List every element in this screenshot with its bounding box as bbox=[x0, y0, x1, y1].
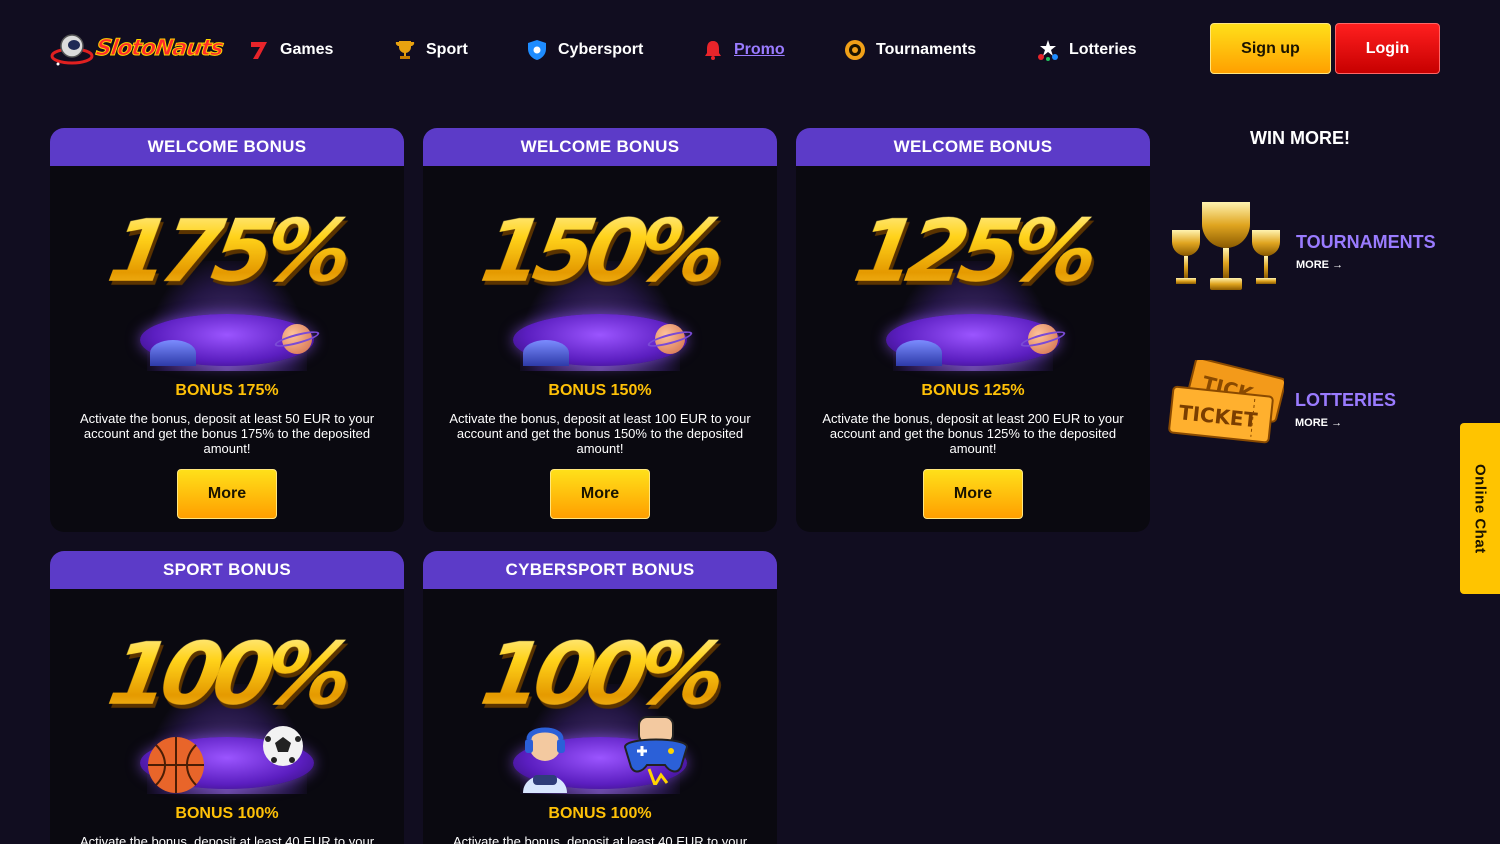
planet-icon bbox=[150, 340, 196, 366]
card-title: WELCOME BONUS bbox=[796, 128, 1150, 166]
more-button[interactable]: More bbox=[550, 469, 650, 519]
bonus-percent: 175% bbox=[50, 202, 404, 302]
bonus-percent: 125% bbox=[796, 202, 1150, 302]
trophy-icon bbox=[394, 39, 416, 61]
online-chat-label: Online Chat bbox=[1471, 463, 1489, 554]
bonus-art: 175% bbox=[50, 166, 404, 376]
gamer-icon bbox=[515, 721, 575, 793]
bonus-subtitle: BONUS 100% bbox=[548, 805, 652, 822]
sidebar-item-label: TOURNAMENTS bbox=[1296, 232, 1436, 252]
sidebar-item-tournaments[interactable]: TOURNAMENTS MORE → bbox=[1296, 232, 1436, 271]
win-more-title: WIN MORE! bbox=[1250, 128, 1350, 148]
shield-icon bbox=[526, 39, 548, 61]
header: SlotoNauts Games Sport Cybersport Promo bbox=[0, 0, 1500, 100]
nav-item-tournaments[interactable]: Tournaments bbox=[844, 30, 976, 70]
more-button[interactable]: More bbox=[177, 469, 277, 519]
sidebar-item-lotteries[interactable]: LOTTERIES MORE → bbox=[1295, 390, 1396, 429]
bell-icon bbox=[702, 39, 724, 61]
nav-item-promo[interactable]: Promo bbox=[702, 30, 785, 70]
bonus-description: Activate the bonus, deposit at least 50 … bbox=[79, 411, 375, 456]
bonus-card: WELCOME BONUS 150% BONUS 150% Activate t… bbox=[423, 128, 777, 532]
sidebar-item-label: LOTTERIES bbox=[1295, 390, 1397, 410]
online-chat-tab[interactable]: Online Chat bbox=[1460, 423, 1500, 594]
nav-label: Tournaments bbox=[876, 41, 977, 58]
nav-label: Cybersport bbox=[558, 41, 644, 58]
card-title: SPORT BONUS bbox=[50, 551, 404, 589]
soccer-ball-icon bbox=[262, 725, 304, 767]
seven-icon bbox=[248, 39, 270, 61]
nav-item-games[interactable]: Games bbox=[248, 30, 333, 70]
nav-label: Lotteries bbox=[1069, 41, 1137, 58]
arrow-right-icon: → bbox=[1332, 259, 1344, 271]
nav-item-sport[interactable]: Sport bbox=[394, 30, 468, 70]
bonus-art: 100% bbox=[423, 589, 777, 799]
bonus-description: Activate the bonus, deposit at least 200… bbox=[822, 411, 1124, 456]
planet-icon bbox=[896, 340, 942, 366]
bonus-subtitle: BONUS 175% bbox=[175, 382, 279, 399]
bonus-percent: 100% bbox=[423, 625, 777, 725]
signup-button[interactable]: Sign up bbox=[1210, 23, 1331, 74]
bonus-subtitle: BONUS 100% bbox=[175, 805, 279, 822]
card-title: WELCOME BONUS bbox=[423, 128, 777, 166]
stars-icon bbox=[1037, 39, 1059, 61]
arrow-right-icon: → bbox=[1331, 417, 1343, 429]
bonus-subtitle: BONUS 125% bbox=[921, 382, 1025, 399]
bonus-percent: 100% bbox=[50, 625, 404, 725]
bonus-art: 125% bbox=[796, 166, 1150, 376]
site-logo[interactable]: SlotoNauts bbox=[50, 26, 230, 70]
nav-label: Games bbox=[280, 41, 334, 58]
more-link[interactable]: MORE → bbox=[1295, 417, 1396, 429]
login-button[interactable]: Login bbox=[1335, 23, 1440, 74]
nav-label: Sport bbox=[426, 41, 468, 58]
basketball-icon bbox=[146, 735, 206, 795]
bonus-subtitle: BONUS 150% bbox=[548, 382, 652, 399]
bonus-art: 150% bbox=[423, 166, 777, 376]
trophies-icon bbox=[1166, 196, 1286, 296]
bonus-description: Activate the bonus, deposit at least 40 … bbox=[79, 834, 375, 844]
astronaut-icon bbox=[50, 26, 94, 70]
bonus-description: Activate the bonus, deposit at least 100… bbox=[449, 411, 751, 456]
ticket-icon: TICK TICKET bbox=[1168, 357, 1287, 450]
planet-icon bbox=[523, 340, 569, 366]
bonus-card: WELCOME BONUS 125% BONUS 125% Activate t… bbox=[796, 128, 1150, 532]
nav-item-lotteries[interactable]: Lotteries bbox=[1037, 30, 1137, 70]
logo-text: SlotoNauts bbox=[94, 35, 225, 61]
bonus-card: WELCOME BONUS 175% BONUS 175% Activate t… bbox=[50, 128, 404, 532]
nav-label: Promo bbox=[734, 41, 785, 58]
more-link[interactable]: MORE → bbox=[1296, 259, 1436, 271]
chip-icon bbox=[844, 39, 866, 61]
bonus-card: SPORT BONUS 100% BONUS 100% Activate the… bbox=[50, 551, 404, 844]
nav-item-cybersport[interactable]: Cybersport bbox=[526, 30, 643, 70]
card-title: CYBERSPORT BONUS bbox=[423, 551, 777, 589]
more-button[interactable]: More bbox=[923, 469, 1023, 519]
bonus-description: Activate the bonus, deposit at least 40 … bbox=[452, 834, 748, 844]
bonus-percent: 150% bbox=[423, 202, 777, 302]
bonus-art: 100% bbox=[50, 589, 404, 799]
bonus-card: CYBERSPORT BONUS 100% BONUS 100% Activat… bbox=[423, 551, 777, 844]
card-title: WELCOME BONUS bbox=[50, 128, 404, 166]
